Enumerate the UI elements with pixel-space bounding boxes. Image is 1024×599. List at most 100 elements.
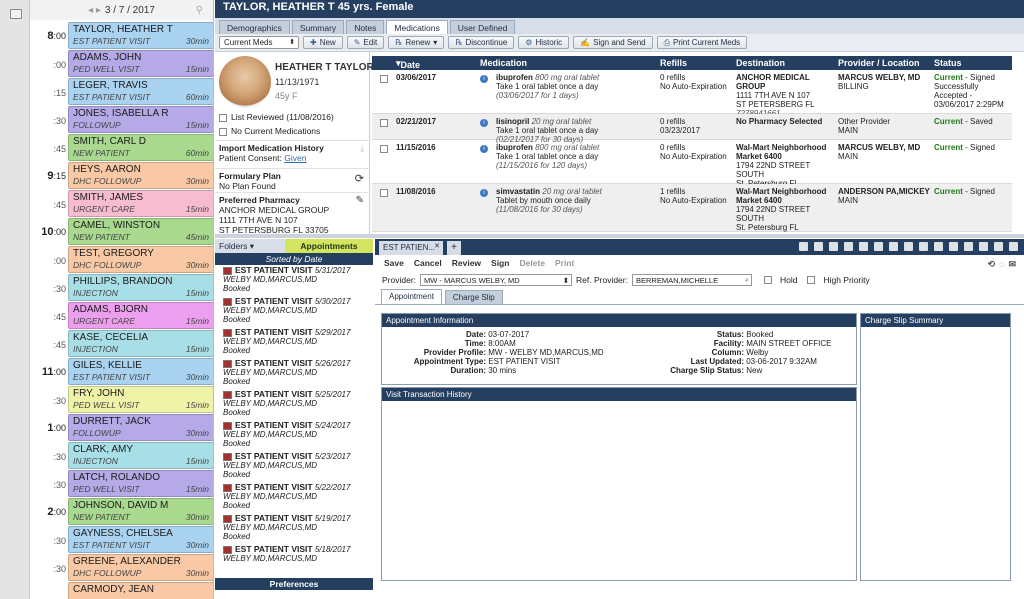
add-tab-button[interactable]: + <box>447 241 461 255</box>
tab-summary[interactable]: Summary <box>291 20 345 34</box>
note-icon[interactable] <box>814 242 823 251</box>
import-history-link[interactable]: Import Medication History <box>219 143 366 153</box>
minus-icon[interactable] <box>889 242 898 251</box>
review-action[interactable]: Review <box>452 258 481 268</box>
flag-icon[interactable] <box>919 242 928 251</box>
circle-icon[interactable] <box>874 242 883 251</box>
list-reviewed-row[interactable]: List Reviewed (11/08/2016) <box>215 110 370 124</box>
appointments-tab[interactable]: Appointments <box>285 239 373 253</box>
chat-icon[interactable]: ◌ <box>999 259 1004 270</box>
expand-icon[interactable] <box>1009 242 1018 251</box>
historic-med-button[interactable]: ⚙ Historic <box>518 36 570 49</box>
tab-appointment[interactable]: Appointment <box>381 289 442 304</box>
graph-icon[interactable] <box>949 242 958 251</box>
appointment-block[interactable]: JONES, ISABELLA R FOLLOWUP 15min <box>68 106 213 133</box>
ref-provider-input[interactable]: BERREMAN,MICHELLE ⌕ <box>631 274 752 286</box>
discontinue-med-button[interactable]: ℞ Discontinue <box>448 36 515 49</box>
appointment-block[interactable]: LATCH, ROLANDO PED WELL VISIT 15min <box>68 470 213 497</box>
high-priority-checkbox[interactable] <box>807 276 816 284</box>
appointment-list-item[interactable]: EST PATIENT VISIT 5/22/2017 WELBY MD,MARC… <box>223 483 373 510</box>
save-action[interactable]: Save <box>384 258 404 268</box>
plus-box-icon[interactable] <box>964 242 973 251</box>
provider-select[interactable]: MW - MARCUS WELBY, MD ⬍ <box>420 274 573 286</box>
med-row-checkbox[interactable] <box>380 75 388 83</box>
calendar-icon[interactable] <box>10 9 22 19</box>
info-icon[interactable]: i <box>480 75 488 83</box>
info-icon[interactable]: i <box>480 189 488 197</box>
appointment-block[interactable]: SMITH, CARL D NEW PATIENT 60min <box>68 134 213 161</box>
trash-icon[interactable] <box>799 242 808 251</box>
appointment-block[interactable]: CLARK, AMY INJECTION 15min <box>68 442 213 469</box>
sort-label[interactable]: Sorted by Date <box>215 253 373 265</box>
encounter-tab[interactable]: EST PATIEN... ✕ <box>379 241 443 255</box>
appointment-block[interactable]: CARMODY, JEAN <box>68 582 213 599</box>
print-icon[interactable] <box>979 242 988 251</box>
appointment-block[interactable]: TAYLOR, HEATHER T EST PATIENT VISIT 30min <box>68 22 213 49</box>
col-provider-location[interactable]: Provider / Location <box>838 58 920 68</box>
cancel-action[interactable]: Cancel <box>414 258 442 268</box>
import-icon[interactable]: ⤓ <box>360 143 364 154</box>
history-icon[interactable]: ⟲ <box>988 259 996 270</box>
col-status[interactable]: Status <box>934 58 962 68</box>
schedule-date[interactable]: 3 / 7 / 2017 <box>105 5 155 16</box>
appointment-block[interactable]: ADAMS, JOHN PED WELL VISIT 15min <box>68 50 213 77</box>
appointment-block[interactable]: HEYS, AARON DHC FOLLOWUP 30min <box>68 162 213 189</box>
doc-icon[interactable] <box>859 242 868 251</box>
tab-demographics[interactable]: Demographics <box>219 20 290 34</box>
consent-link[interactable]: Given <box>284 153 306 163</box>
list-reviewed-checkbox[interactable] <box>219 113 227 122</box>
med-row[interactable]: 02/21/2017 i lisinopril 20 mg oral tablet T… <box>372 114 1012 144</box>
mail-icon[interactable]: ✉ <box>1008 259 1016 270</box>
edit-icon[interactable] <box>934 242 943 251</box>
appointment-block[interactable]: SMITH, JAMES URGENT CARE 15min <box>68 190 213 217</box>
tab-notes[interactable]: Notes <box>346 20 385 34</box>
appointment-list-item[interactable]: EST PATIENT VISIT 5/19/2017 WELBY MD,MARC… <box>223 514 373 541</box>
appointment-list-item[interactable]: EST PATIENT VISIT 5/23/2017 WELBY MD,MARC… <box>223 452 373 479</box>
pen-icon[interactable] <box>829 242 838 251</box>
folders-dropdown[interactable]: Folders ▾ <box>215 239 285 253</box>
appointment-block[interactable]: GREENE, ALEXANDER DHC FOLLOWUP 30min <box>68 554 213 581</box>
tab-charge-slip[interactable]: Charge Slip <box>444 290 503 304</box>
med-row[interactable]: 11/08/2016 i simvastatin 20 mg oral tablet… <box>372 184 1012 232</box>
sign-send-button[interactable]: ✍ Sign and Send <box>573 36 653 49</box>
sign-action[interactable]: Sign <box>491 258 509 268</box>
info-icon[interactable]: i <box>480 119 488 127</box>
tab-user-defined[interactable]: User Defined <box>449 20 516 34</box>
tab-medications[interactable]: Medications <box>386 20 448 34</box>
info-icon[interactable]: i <box>480 145 488 153</box>
col-date[interactable]: ▾ Date <box>396 58 420 70</box>
no-meds-row[interactable]: No Current Medications <box>215 124 370 138</box>
col-refills[interactable]: Refills <box>660 58 687 68</box>
appointment-block[interactable]: KASE, CECELIA INJECTION 15min <box>68 330 213 357</box>
appointment-block[interactable]: TEST, GREGORY DHC FOLLOWUP 30min <box>68 246 213 273</box>
appointment-list-item[interactable]: EST PATIENT VISIT 5/30/2017 WELBY MD,MARC… <box>223 297 373 324</box>
appointment-block[interactable]: DURRETT, JACK FOLLOWUP 30min <box>68 414 213 441</box>
new-med-button[interactable]: ✚ New <box>303 36 343 49</box>
splitter[interactable] <box>215 234 1024 238</box>
appointment-list-item[interactable]: EST PATIENT VISIT 5/26/2017 WELBY MD,MARC… <box>223 359 373 386</box>
save-icon[interactable] <box>994 242 1003 251</box>
date-nav-arrows[interactable]: ◂ ▸ <box>88 5 101 16</box>
med-row-checkbox[interactable] <box>380 189 388 197</box>
eye-icon[interactable] <box>904 242 913 251</box>
med-filter-select[interactable]: Current Meds ⬍ <box>219 36 299 49</box>
appointment-list-item[interactable]: EST PATIENT VISIT 5/18/2017 WELBY MD,MARC… <box>223 545 373 563</box>
appointment-list-item[interactable]: EST PATIENT VISIT 5/31/2017 WELBY MD,MARC… <box>223 266 373 293</box>
chart-icon[interactable] <box>844 242 853 251</box>
pin-icon[interactable]: ⚲ <box>196 5 203 16</box>
med-row-checkbox[interactable] <box>380 119 388 127</box>
med-row[interactable]: 03/06/2017 i ibuprofen 800 mg oral tablet T… <box>372 70 1012 118</box>
delete-action[interactable]: Delete <box>519 258 545 268</box>
col-medication[interactable]: Medication <box>480 58 527 68</box>
appointment-block[interactable]: GILES, KELLIE EST PATIENT VISIT 30min <box>68 358 213 385</box>
print-action[interactable]: Print <box>555 258 574 268</box>
appointment-block[interactable]: CAMEL, WINSTON NEW PATIENT 45min <box>68 218 213 245</box>
appointment-block[interactable]: JOHNSON, DAVID M NEW PATIENT 30min <box>68 498 213 525</box>
med-row[interactable]: 11/15/2016 i ibuprofen 800 mg oral tablet T… <box>372 140 1012 197</box>
appointment-list-item[interactable]: EST PATIENT VISIT 5/24/2017 WELBY MD,MARC… <box>223 421 373 448</box>
appointment-block[interactable]: GAYNESS, CHELSEA EST PATIENT VISIT 30min <box>68 526 213 553</box>
hold-checkbox[interactable] <box>763 276 772 284</box>
appointment-block[interactable]: PHILLIPS, BRANDON INJECTION 15min <box>68 274 213 301</box>
close-icon[interactable]: ✕ <box>434 242 440 250</box>
preferences-bar[interactable]: Preferences <box>215 578 373 590</box>
